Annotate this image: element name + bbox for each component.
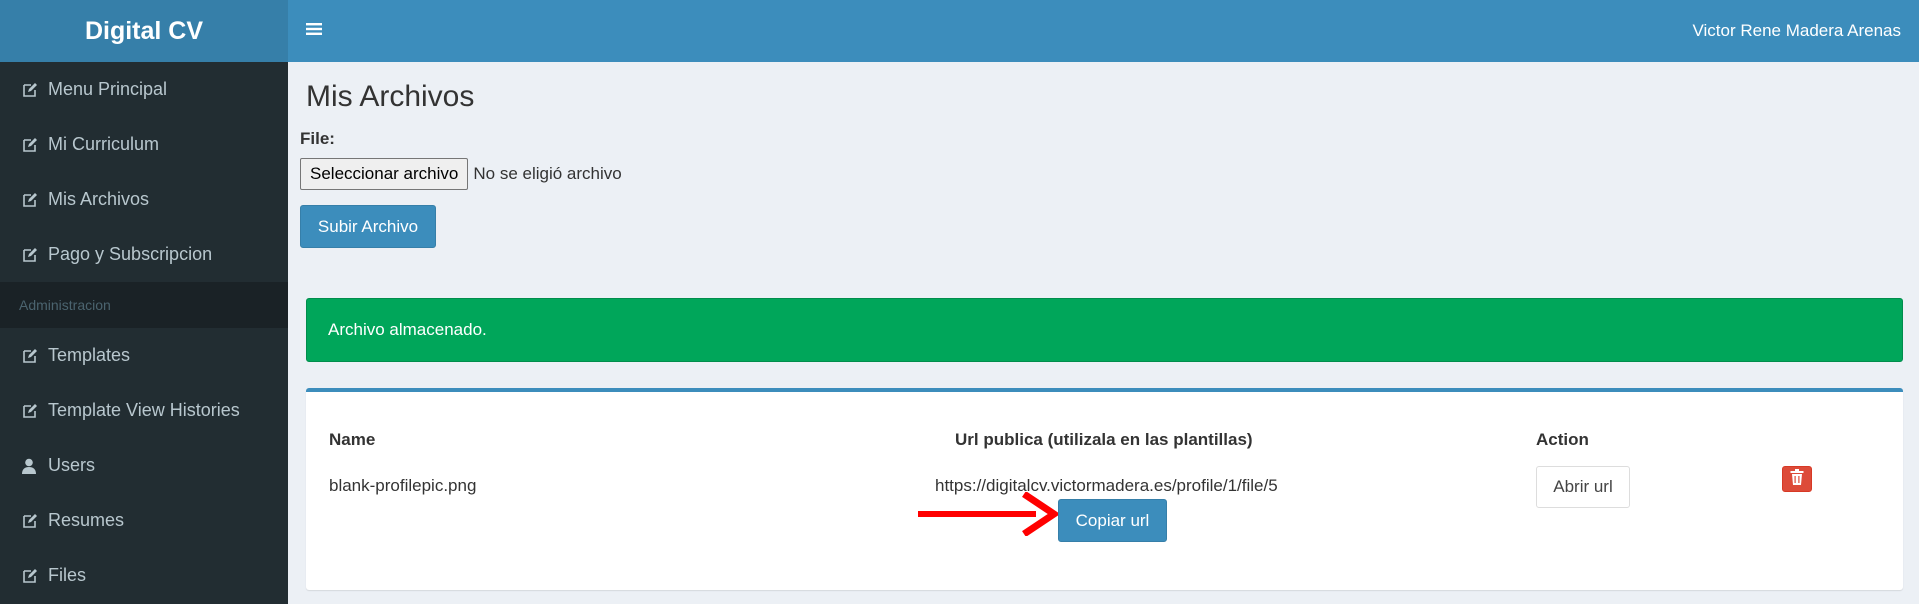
edit-icon (22, 137, 48, 153)
edit-icon (22, 192, 48, 208)
sidebar-menu: Menu Principal Mi Curriculum Mis Archivo… (0, 62, 288, 603)
edit-icon (22, 403, 48, 419)
brand-logo[interactable]: Digital CV (0, 0, 288, 62)
upload-button[interactable]: Subir Archivo (300, 205, 436, 248)
sidebar-item-label: Templates (48, 345, 131, 365)
edit-icon (22, 247, 48, 263)
main-content: Mis Archivos File: Seleccionar archivo N… (288, 62, 1919, 604)
sidebar-item-users[interactable]: Users (0, 438, 288, 493)
files-table-box: Name Url publica (utilizala en las plant… (306, 388, 1903, 590)
sidebar-item-mis-archivos[interactable]: Mis Archivos (0, 172, 288, 227)
sidebar-item-label: Pago y Subscripcion (48, 244, 213, 264)
sidebar-item-label: Mis Archivos (48, 189, 150, 209)
success-alert: Archivo almacenado. (306, 298, 1903, 362)
sidebar-item-templates[interactable]: Templates (0, 328, 288, 383)
top-navbar: Victor Rene Madera Arenas (288, 0, 1919, 62)
open-url-button[interactable]: Abrir url (1536, 466, 1630, 508)
sidebar-item-template-view-histories[interactable]: Template View Histories (0, 383, 288, 438)
copy-url-button[interactable]: Copiar url (1058, 499, 1167, 542)
delete-button[interactable] (1782, 466, 1812, 492)
sidebar-item-files[interactable]: Files (0, 548, 288, 603)
sidebar-item-label: Menu Principal (48, 79, 168, 99)
file-label: File: (300, 129, 335, 148)
sidebar-item-pago-subscripcion[interactable]: Pago y Subscripcion (0, 227, 288, 282)
sidebar-toggle-button[interactable] (288, 0, 340, 62)
page-title: Mis Archivos (306, 80, 475, 113)
user-menu[interactable]: Victor Rene Madera Arenas (1692, 21, 1919, 41)
name-column-header: Name (329, 430, 376, 449)
sidebar-section-header: Administracion (0, 282, 288, 328)
file-input: Seleccionar archivo No se eligió archivo (300, 158, 622, 190)
url-column-header: Url publica (utilizala en las plantillas… (955, 430, 1253, 449)
sidebar-item-menu-principal[interactable]: Menu Principal (0, 62, 288, 117)
sidebar-item-mi-curriculum[interactable]: Mi Curriculum (0, 117, 288, 172)
sidebar-item-label: Template View Histories (48, 400, 240, 420)
action-column-header: Action (1536, 430, 1589, 449)
edit-icon (22, 82, 48, 98)
annotation-arrow-icon (918, 492, 1058, 536)
choose-file-button[interactable]: Seleccionar archivo (300, 158, 469, 190)
edit-icon (22, 568, 48, 584)
sidebar-item-label: Mi Curriculum (48, 134, 160, 154)
sidebar-item-label: Users (48, 455, 96, 475)
user-icon (22, 458, 48, 474)
file-name-cell: blank-profilepic.png (329, 476, 477, 495)
sidebar-item-resumes[interactable]: Resumes (0, 493, 288, 548)
edit-icon (22, 348, 48, 364)
edit-icon (22, 513, 48, 529)
sidebar-item-label: Resumes (48, 510, 125, 530)
file-status-text: No se eligió archivo (473, 164, 622, 183)
hamburger-icon (306, 22, 322, 41)
sidebar-item-label: Files (48, 565, 87, 585)
sidebar: Digital CV Menu Principal Mi Curriculum … (0, 0, 288, 604)
trash-icon (1790, 468, 1804, 490)
